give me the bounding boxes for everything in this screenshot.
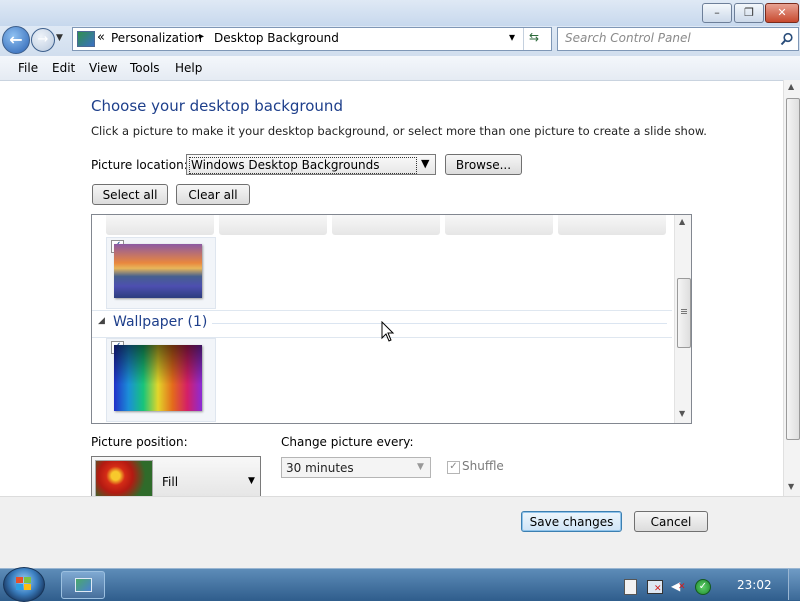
shuffle-checkbox[interactable]: ✓	[447, 461, 460, 474]
page-title: Choose your desktop background	[91, 97, 343, 115]
menu-file[interactable]: File	[18, 61, 38, 75]
minimize-button[interactable]: –	[702, 3, 732, 23]
menu-help[interactable]: Help	[175, 61, 202, 75]
search-placeholder[interactable]: Search Control Panel	[565, 31, 691, 45]
mouse-cursor-icon	[381, 321, 395, 342]
chevron-down-icon: ▼	[421, 157, 430, 170]
menu-edit[interactable]: Edit	[52, 61, 75, 75]
cancel-button[interactable]: Cancel	[634, 511, 708, 532]
gallery-scroll-thumb[interactable]	[677, 278, 691, 348]
window-scrollbar[interactable]: ▲ ▼	[783, 80, 800, 496]
picture-position-label: Picture position:	[91, 435, 188, 449]
taskbar-clock[interactable]: 23:02	[737, 578, 772, 592]
windows-logo-icon-part	[24, 577, 31, 583]
windows-logo-icon-part	[24, 584, 31, 590]
document-icon[interactable]	[624, 579, 637, 595]
window-scroll-thumb[interactable]	[786, 98, 800, 440]
chevron-down-icon: ▼	[248, 476, 255, 486]
title-bar	[0, 0, 800, 26]
picture-gallery[interactable]: ✓ ◢ Wallpaper (1) ✓ ▲ ▼	[91, 214, 692, 424]
back-button[interactable]: ←	[2, 26, 30, 54]
change-every-value: 30 minutes	[286, 461, 354, 475]
thumbnail-cell[interactable]	[558, 215, 666, 235]
landscape-thumbnail-image	[114, 244, 202, 298]
change-every-label: Change picture every:	[281, 435, 414, 449]
show-desktop-button[interactable]	[788, 569, 800, 600]
group-divider	[212, 323, 667, 324]
shuffle-label: Shuffle	[462, 459, 504, 473]
picture-position-value: Fill	[162, 475, 179, 489]
forward-button[interactable]: →	[31, 28, 55, 52]
close-button[interactable]: ✕	[765, 3, 799, 23]
breadcrumb-separator[interactable]: ▸	[199, 31, 204, 42]
recent-pages-button[interactable]: ▼	[56, 33, 63, 43]
windows-logo-icon	[16, 577, 23, 583]
refresh-icon[interactable]: ⇆	[529, 30, 539, 44]
scroll-up-icon[interactable]: ▲	[788, 82, 794, 91]
thumbnail-cell[interactable]	[445, 215, 553, 235]
address-dropdown[interactable]: ▾	[509, 30, 515, 44]
thumbnail-cell[interactable]	[332, 215, 440, 235]
picture-location-label: Picture location:	[91, 158, 188, 172]
menu-view[interactable]: View	[89, 61, 117, 75]
error-badge-icon: ✕	[654, 584, 662, 594]
action-center-icon[interactable]: ✓	[695, 579, 711, 595]
thumbnail-item[interactable]: ✓	[106, 237, 216, 309]
thumbnail-cell[interactable]	[219, 215, 327, 235]
search-box[interactable]: Search Control Panel	[557, 27, 799, 51]
network-icon[interactable]: ✕	[647, 580, 663, 594]
picture-location-value: Windows Desktop Backgrounds	[191, 158, 380, 172]
save-changes-button[interactable]: Save changes	[521, 511, 622, 532]
address-bar[interactable]: « Personalization ▸ Desktop Background ▾…	[72, 27, 552, 51]
change-every-select[interactable]: 30 minutes ▼	[281, 457, 431, 478]
position-preview-image	[95, 460, 153, 496]
grip-icon	[681, 309, 687, 310]
clear-all-button[interactable]: Clear all	[176, 184, 250, 205]
address-chevron[interactable]: «	[97, 30, 105, 45]
arrow-right-icon: →	[37, 32, 49, 47]
maximize-button[interactable]: ❐	[734, 3, 764, 23]
scroll-up-icon[interactable]: ▲	[679, 217, 685, 226]
chevron-down-icon: ▼	[417, 462, 424, 472]
menu-bar	[0, 56, 800, 81]
collapse-arrow-icon[interactable]: ◢	[98, 316, 105, 326]
picture-location-select[interactable]: Windows Desktop Backgrounds ▼	[186, 154, 436, 175]
dialog-footer	[0, 496, 800, 569]
breadcrumb-desktop-background[interactable]: Desktop Background	[214, 31, 339, 45]
thumbnail-cell[interactable]	[106, 215, 214, 235]
thumbnail-shade	[114, 345, 202, 411]
scroll-down-icon[interactable]: ▼	[679, 409, 685, 418]
gallery-scrollbar[interactable]: ▲ ▼	[674, 215, 691, 423]
taskbar-control-panel-button[interactable]	[61, 571, 105, 599]
group-label[interactable]: Wallpaper (1)	[113, 314, 207, 330]
control-panel-icon	[77, 31, 95, 47]
scroll-down-icon[interactable]: ▼	[788, 482, 794, 491]
search-icon[interactable]	[780, 32, 794, 46]
arrow-left-icon: ←	[9, 30, 23, 49]
thumbnail-item[interactable]: ✓	[106, 338, 216, 422]
picture-position-select[interactable]: Fill ▼	[91, 456, 261, 496]
browse-button[interactable]: Browse...	[445, 154, 522, 175]
address-divider	[523, 28, 524, 50]
mute-badge-icon: ✕	[678, 582, 686, 592]
menu-tools[interactable]: Tools	[130, 61, 160, 75]
windows-logo-icon-part	[16, 584, 23, 590]
start-button[interactable]	[3, 567, 45, 602]
control-panel-icon	[75, 578, 92, 592]
volume-icon[interactable]: ◀ ✕	[671, 579, 686, 593]
chevron-down-icon: ▼	[56, 33, 63, 43]
select-all-button[interactable]: Select all	[92, 184, 168, 205]
page-subtitle: Click a picture to make it your desktop …	[91, 124, 707, 138]
breadcrumb-personalization[interactable]: Personalization	[111, 31, 202, 45]
spectrum-thumbnail-image	[114, 345, 202, 411]
